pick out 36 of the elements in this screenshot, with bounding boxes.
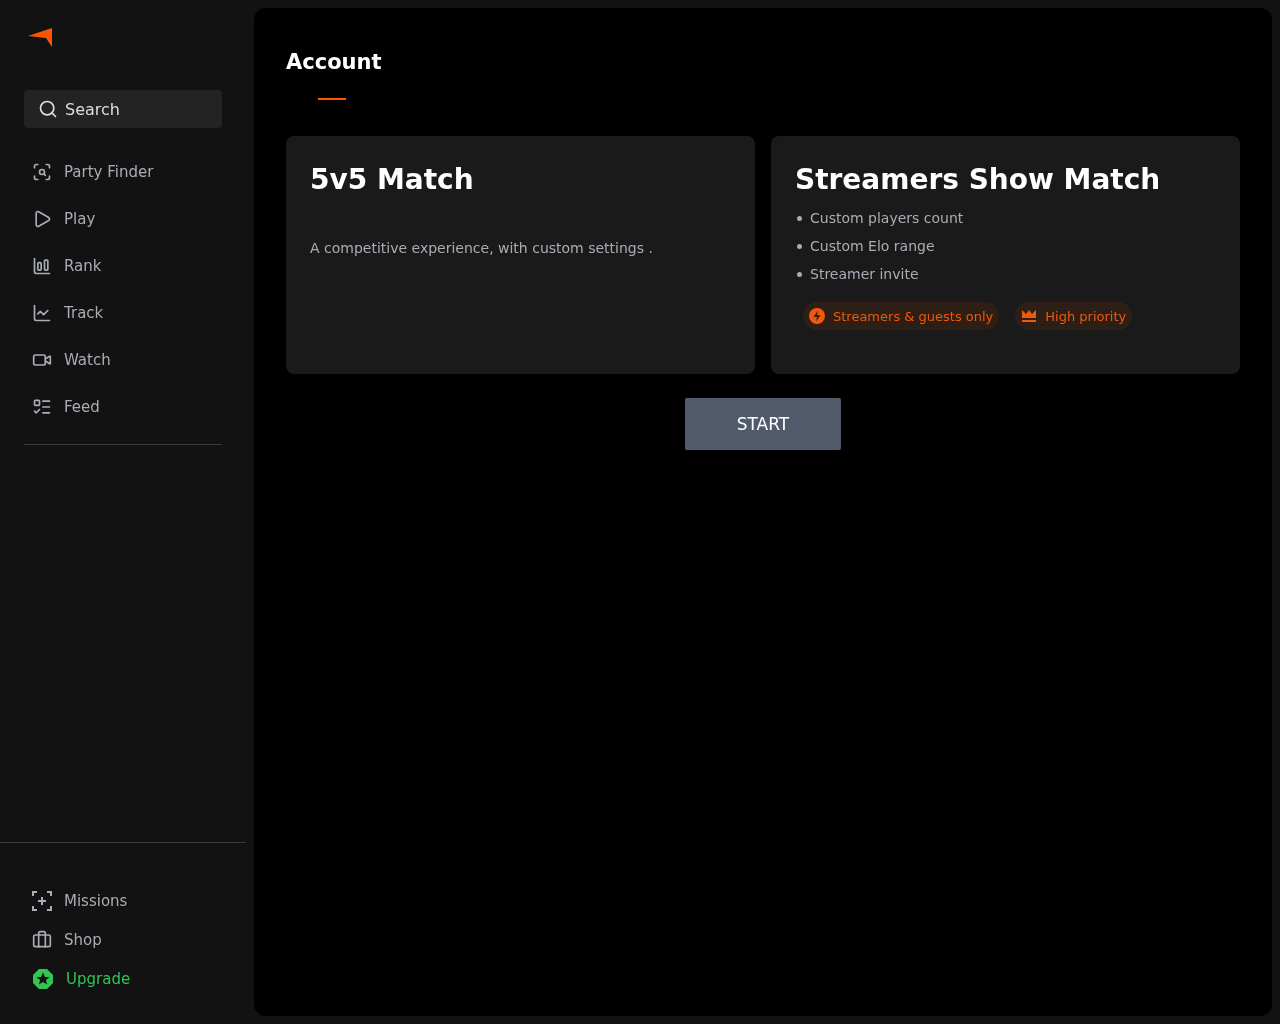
nav-item[interactable]: Feed — [24, 383, 222, 430]
briefcase-icon — [32, 929, 52, 950]
page-title: Account — [286, 50, 383, 74]
search-field[interactable]: Search — [24, 90, 222, 128]
nav-item[interactable]: Shop — [24, 920, 222, 959]
nav-icon — [32, 255, 52, 276]
tag-badge: High priority — [1015, 302, 1133, 330]
feature-text: Custom Elo range — [810, 238, 935, 254]
start-button[interactable]: START — [685, 398, 841, 450]
nav-item[interactable]: Rank — [24, 242, 222, 289]
feature-text: Custom players count — [810, 210, 964, 226]
nav-item[interactable]: Watch — [24, 336, 222, 383]
card-title: Streamers Show Match — [795, 162, 1162, 198]
tag-badge: Streamers & guests only — [803, 302, 1000, 330]
card-description: A competitive experience, with custom settings . — [310, 240, 654, 256]
bullet-icon — [797, 215, 802, 221]
lightning-icon — [809, 308, 825, 324]
nav-item[interactable]: Party Finder — [24, 148, 222, 195]
search-icon — [38, 99, 58, 119]
bullet-icon — [797, 271, 802, 277]
nav-item[interactable]: Track — [24, 289, 222, 336]
nav-item[interactable]: Play — [24, 195, 222, 242]
crown-icon — [1021, 309, 1038, 323]
logo-icon[interactable] — [28, 28, 52, 48]
nav-item[interactable]: Upgrade — [24, 959, 222, 998]
nav-icon — [32, 208, 52, 229]
feature-text: Streamer invite — [810, 266, 919, 282]
mode-card[interactable]: Streamers Show Match Custom players count Custom Elo range Streamer invite Streamers & guests only High priority — [771, 136, 1240, 374]
nav-icon — [32, 302, 52, 323]
crosshair-plus-icon — [32, 890, 52, 911]
nav-item[interactable]: Missions — [24, 881, 222, 920]
mode-card[interactable]: 5v5 Match A competitive experience, with custom settings . — [286, 136, 755, 374]
bullet-icon — [797, 243, 802, 249]
card-title: 5v5 Match — [310, 162, 475, 198]
nav-icon — [32, 161, 52, 182]
star-badge-icon — [32, 967, 54, 990]
